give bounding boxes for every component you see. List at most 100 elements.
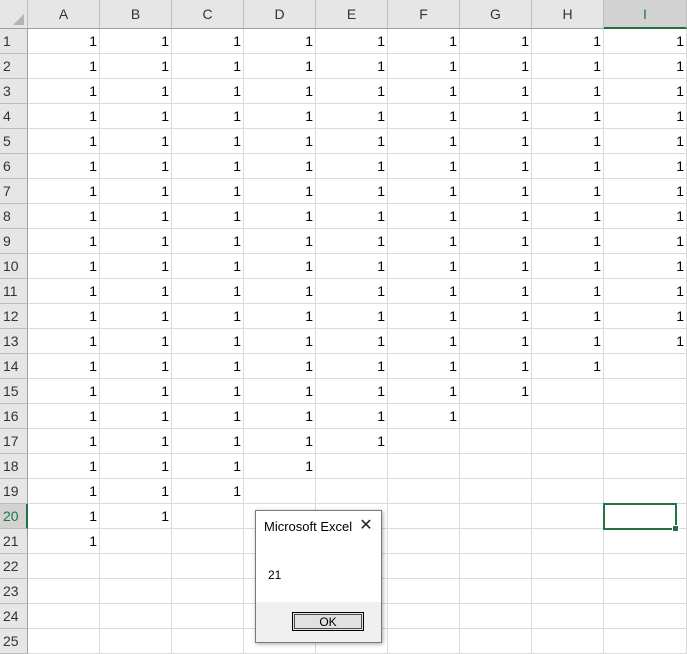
- cell-g1[interactable]: 1: [460, 29, 532, 54]
- row-header-19[interactable]: 19: [0, 479, 28, 504]
- column-header-b[interactable]: B: [100, 0, 172, 29]
- cell-c1[interactable]: 1: [172, 29, 244, 54]
- cell-f2[interactable]: 1: [388, 54, 460, 79]
- cell-f9[interactable]: 1: [388, 229, 460, 254]
- cell-e7[interactable]: 1: [316, 179, 388, 204]
- cell-c21[interactable]: [172, 529, 244, 554]
- row-header-6[interactable]: 6: [0, 154, 28, 179]
- cell-b16[interactable]: 1: [100, 404, 172, 429]
- cell-c9[interactable]: 1: [172, 229, 244, 254]
- cell-g18[interactable]: [460, 454, 532, 479]
- cell-b6[interactable]: 1: [100, 154, 172, 179]
- cell-d2[interactable]: 1: [244, 54, 316, 79]
- cell-a6[interactable]: 1: [28, 154, 100, 179]
- cell-g17[interactable]: [460, 429, 532, 454]
- cell-c5[interactable]: 1: [172, 129, 244, 154]
- cell-b7[interactable]: 1: [100, 179, 172, 204]
- cell-i23[interactable]: [604, 579, 687, 604]
- cell-h2[interactable]: 1: [532, 54, 604, 79]
- cell-h6[interactable]: 1: [532, 154, 604, 179]
- cell-g15[interactable]: 1: [460, 379, 532, 404]
- cell-h13[interactable]: 1: [532, 329, 604, 354]
- row-header-17[interactable]: 17: [0, 429, 28, 454]
- cell-e12[interactable]: 1: [316, 304, 388, 329]
- cell-h16[interactable]: [532, 404, 604, 429]
- cell-d3[interactable]: 1: [244, 79, 316, 104]
- cell-d10[interactable]: 1: [244, 254, 316, 279]
- cell-i22[interactable]: [604, 554, 687, 579]
- cell-d11[interactable]: 1: [244, 279, 316, 304]
- cell-h15[interactable]: [532, 379, 604, 404]
- cell-f15[interactable]: 1: [388, 379, 460, 404]
- cell-f18[interactable]: [388, 454, 460, 479]
- cell-g20[interactable]: [460, 504, 532, 529]
- row-header-3[interactable]: 3: [0, 79, 28, 104]
- cell-b25[interactable]: [100, 629, 172, 654]
- cell-i19[interactable]: [604, 479, 687, 504]
- cell-h4[interactable]: 1: [532, 104, 604, 129]
- cell-d12[interactable]: 1: [244, 304, 316, 329]
- cell-d6[interactable]: 1: [244, 154, 316, 179]
- row-header-1[interactable]: 1: [0, 29, 28, 54]
- cell-g16[interactable]: [460, 404, 532, 429]
- cell-i17[interactable]: [604, 429, 687, 454]
- cell-f19[interactable]: [388, 479, 460, 504]
- cell-h21[interactable]: [532, 529, 604, 554]
- row-header-2[interactable]: 2: [0, 54, 28, 79]
- row-header-24[interactable]: 24: [0, 604, 28, 629]
- cell-f3[interactable]: 1: [388, 79, 460, 104]
- cell-f23[interactable]: [388, 579, 460, 604]
- cell-h12[interactable]: 1: [532, 304, 604, 329]
- cell-f4[interactable]: 1: [388, 104, 460, 129]
- cell-a9[interactable]: 1: [28, 229, 100, 254]
- cell-i10[interactable]: 1: [604, 254, 687, 279]
- column-header-a[interactable]: A: [28, 0, 100, 29]
- cell-c7[interactable]: 1: [172, 179, 244, 204]
- cell-d5[interactable]: 1: [244, 129, 316, 154]
- cell-h22[interactable]: [532, 554, 604, 579]
- cell-c18[interactable]: 1: [172, 454, 244, 479]
- cell-f14[interactable]: 1: [388, 354, 460, 379]
- cell-d14[interactable]: 1: [244, 354, 316, 379]
- row-header-9[interactable]: 9: [0, 229, 28, 254]
- cell-h8[interactable]: 1: [532, 204, 604, 229]
- row-header-10[interactable]: 10: [0, 254, 28, 279]
- cell-b17[interactable]: 1: [100, 429, 172, 454]
- cell-d9[interactable]: 1: [244, 229, 316, 254]
- cell-a11[interactable]: 1: [28, 279, 100, 304]
- cell-c16[interactable]: 1: [172, 404, 244, 429]
- cell-f20[interactable]: [388, 504, 460, 529]
- cell-e13[interactable]: 1: [316, 329, 388, 354]
- cell-a1[interactable]: 1: [28, 29, 100, 54]
- cell-a8[interactable]: 1: [28, 204, 100, 229]
- cell-h5[interactable]: 1: [532, 129, 604, 154]
- cell-c20[interactable]: [172, 504, 244, 529]
- cell-g8[interactable]: 1: [460, 204, 532, 229]
- cell-b14[interactable]: 1: [100, 354, 172, 379]
- row-header-4[interactable]: 4: [0, 104, 28, 129]
- cell-h10[interactable]: 1: [532, 254, 604, 279]
- cell-c15[interactable]: 1: [172, 379, 244, 404]
- cell-h11[interactable]: 1: [532, 279, 604, 304]
- cell-f10[interactable]: 1: [388, 254, 460, 279]
- cell-f22[interactable]: [388, 554, 460, 579]
- cell-f5[interactable]: 1: [388, 129, 460, 154]
- cell-e5[interactable]: 1: [316, 129, 388, 154]
- cell-c14[interactable]: 1: [172, 354, 244, 379]
- cell-c25[interactable]: [172, 629, 244, 654]
- cell-g6[interactable]: 1: [460, 154, 532, 179]
- cell-a4[interactable]: 1: [28, 104, 100, 129]
- cell-i14[interactable]: [604, 354, 687, 379]
- cell-c22[interactable]: [172, 554, 244, 579]
- cell-b1[interactable]: 1: [100, 29, 172, 54]
- cell-f13[interactable]: 1: [388, 329, 460, 354]
- cell-f12[interactable]: 1: [388, 304, 460, 329]
- cell-d7[interactable]: 1: [244, 179, 316, 204]
- cell-g25[interactable]: [460, 629, 532, 654]
- cell-b5[interactable]: 1: [100, 129, 172, 154]
- cell-a17[interactable]: 1: [28, 429, 100, 454]
- cell-i1[interactable]: 1: [604, 29, 687, 54]
- cell-a12[interactable]: 1: [28, 304, 100, 329]
- cell-h9[interactable]: 1: [532, 229, 604, 254]
- row-header-5[interactable]: 5: [0, 129, 28, 154]
